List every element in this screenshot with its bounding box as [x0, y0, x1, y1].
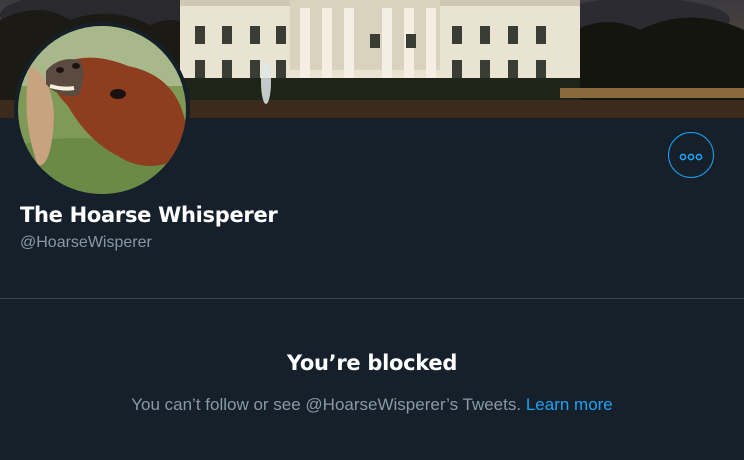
profile-display-name: The Hoarse Whisperer	[20, 203, 278, 227]
blocked-message-line: You can’t follow or see @HoarseWisperer’…	[0, 395, 744, 415]
avatar[interactable]	[18, 26, 186, 194]
blocked-title: You’re blocked	[286, 351, 458, 375]
more-options-icon	[679, 146, 703, 165]
blocked-message: You can’t follow or see @HoarseWisperer’…	[131, 395, 522, 414]
more-options-button[interactable]	[668, 132, 714, 178]
divider	[0, 298, 744, 299]
learn-more-link[interactable]: Learn more	[526, 395, 613, 414]
profile-handle: @HoarseWisperer	[20, 234, 152, 251]
avatar-frame	[14, 22, 190, 198]
